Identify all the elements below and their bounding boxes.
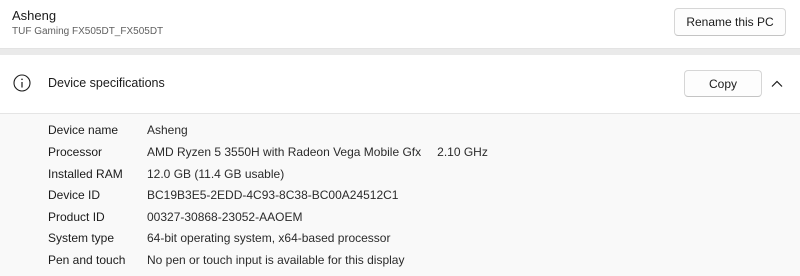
- spec-value: Asheng: [147, 123, 188, 137]
- spec-label: Product ID: [48, 210, 105, 224]
- spec-row-device-name: Device name Asheng: [0, 123, 800, 143]
- spec-row-system-type: System type 64-bit operating system, x64…: [0, 231, 800, 251]
- spec-label: Pen and touch: [48, 253, 126, 267]
- processor-speed: 2.10 GHz: [437, 145, 488, 159]
- pc-model: TUF Gaming FX505DT_FX505DT: [12, 26, 164, 37]
- device-specifications-header[interactable]: Device specifications Copy: [0, 55, 800, 114]
- spec-row-device-id: Device ID BC19B3E5-2EDD-4C93-8C38-BC00A2…: [0, 188, 800, 208]
- spec-value: 12.0 GB (11.4 GB usable): [147, 167, 285, 181]
- spec-row-pen-and-touch: Pen and touch No pen or touch input is a…: [0, 253, 800, 273]
- spec-value: 64-bit operating system, x64-based proce…: [147, 231, 391, 245]
- pc-name: Asheng: [12, 8, 57, 23]
- spec-value: BC19B3E5-2EDD-4C93-8C38-BC00A24512C1: [147, 188, 399, 202]
- spec-value: No pen or touch input is available for t…: [147, 253, 405, 267]
- spec-label: Processor: [48, 145, 103, 159]
- spec-value: AMD Ryzen 5 3550H with Radeon Vega Mobil…: [147, 145, 488, 159]
- device-specifications-list: Device name Asheng Processor AMD Ryzen 5…: [0, 114, 800, 276]
- spec-row-processor: Processor AMD Ryzen 5 3550H with Radeon …: [0, 145, 800, 165]
- spec-value: 00327-30868-23052-AAOEM: [147, 210, 303, 224]
- chevron-up-icon[interactable]: [770, 77, 784, 91]
- spec-label: Device name: [48, 123, 119, 137]
- spec-label: System type: [48, 231, 115, 245]
- copy-button[interactable]: Copy: [684, 70, 762, 97]
- spec-row-product-id: Product ID 00327-30868-23052-AAOEM: [0, 210, 800, 230]
- pc-name-card: Asheng TUF Gaming FX505DT_FX505DT Rename…: [0, 0, 800, 49]
- spec-label: Installed RAM: [48, 167, 123, 181]
- info-circle-icon: [13, 74, 31, 92]
- rename-pc-button[interactable]: Rename this PC: [674, 8, 786, 36]
- device-specifications-title: Device specifications: [48, 76, 165, 90]
- spec-label: Device ID: [48, 188, 101, 202]
- spec-row-installed-ram: Installed RAM 12.0 GB (11.4 GB usable): [0, 167, 800, 187]
